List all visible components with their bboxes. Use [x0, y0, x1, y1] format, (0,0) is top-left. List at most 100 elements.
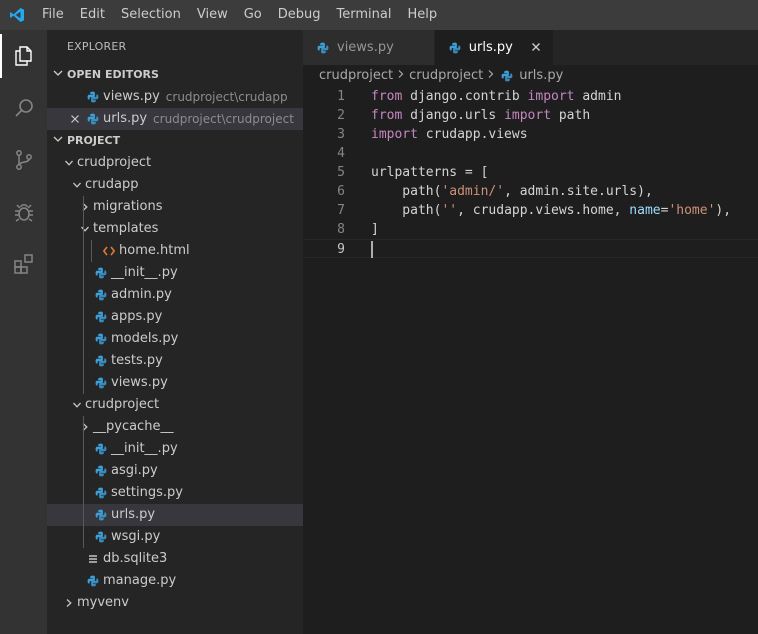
code-token: crudapp.views	[417, 127, 528, 142]
code-line: 3 import crudapp.views	[303, 125, 758, 144]
tree-item-label: urls.py	[111, 507, 156, 522]
python-file-icon	[93, 526, 109, 548]
open-editors-header[interactable]: OPEN EDITORS	[47, 64, 303, 86]
tree-item-label: crudproject	[77, 155, 152, 170]
code-token: name	[629, 203, 661, 218]
tree-item[interactable]: tests.py	[47, 350, 303, 372]
breadcrumb-item[interactable]: urls.py	[519, 65, 563, 87]
menu-item-edit[interactable]: Edit	[72, 0, 113, 30]
indent-guide	[83, 482, 84, 504]
breadcrumb-item[interactable]: crudproject	[319, 65, 393, 87]
python-file-icon	[93, 482, 109, 504]
tree-item[interactable]: myvenv	[47, 592, 303, 614]
menu-item-view[interactable]: View	[189, 0, 236, 30]
tree-item-label: manage.py	[103, 573, 177, 588]
open-editor-path: crudproject\crudproject	[153, 112, 294, 126]
open-editor-name: urls.py	[103, 111, 148, 126]
tree-item[interactable]: crudproject	[47, 152, 303, 174]
code-line: 4	[303, 144, 758, 163]
chevron-right-icon	[487, 65, 495, 87]
chevron-right-icon	[397, 65, 405, 87]
extensions-icon[interactable]	[0, 238, 47, 290]
python-file-icon	[85, 570, 101, 592]
code-token: ),	[715, 203, 732, 218]
tree-item[interactable]: asgi.py	[47, 460, 303, 482]
tree-item[interactable]: migrations	[47, 196, 303, 218]
tree-item[interactable]: views.py	[47, 372, 303, 394]
tree-item[interactable]: db.sqlite3	[47, 548, 303, 570]
indent-guide	[83, 328, 84, 350]
code-token: django.contrib	[402, 89, 528, 104]
tab-urls-py[interactable]: urls.py	[434, 30, 554, 65]
tree-item[interactable]: apps.py	[47, 306, 303, 328]
tree-item[interactable]: admin.py	[47, 284, 303, 306]
code-token: 'admin/'	[441, 184, 505, 199]
code-line: 7 path('', crudapp.views.home, name='hom…	[303, 201, 758, 220]
code-text: from django.contrib import admin	[345, 87, 621, 106]
open-editor-item[interactable]: urls.py crudproject\crudproject	[47, 108, 303, 130]
close-icon[interactable]	[531, 40, 541, 56]
indent-guide	[83, 460, 84, 482]
line-number: 5	[337, 165, 345, 180]
tab-views-py[interactable]: views.py	[303, 30, 435, 65]
python-file-icon	[93, 262, 109, 284]
tree-item-label: settings.py	[111, 485, 183, 500]
chevron-down-icon	[53, 64, 67, 86]
tree-item[interactable]: wsgi.py	[47, 526, 303, 548]
indent-guide	[83, 196, 84, 218]
close-icon[interactable]	[67, 108, 83, 130]
project-tree: crudproject crudapp migrations templates hom…	[47, 152, 303, 614]
code-text: from django.urls import path	[345, 106, 590, 125]
tree-item[interactable]: __init__.py	[47, 262, 303, 284]
indent-guide	[83, 372, 84, 394]
code-token: import	[504, 108, 552, 123]
python-file-icon	[93, 284, 109, 306]
explorer-icon[interactable]	[0, 30, 47, 82]
tree-item[interactable]: urls.py	[47, 504, 303, 526]
code-text: path('', crudapp.views.home, name='home'…	[345, 201, 731, 220]
tree-item[interactable]: manage.py	[47, 570, 303, 592]
indent-guide	[83, 218, 84, 240]
tree-item[interactable]: crudproject	[47, 394, 303, 416]
open-editor-item[interactable]: views.py crudproject\crudapp	[47, 86, 303, 108]
menu-item-debug[interactable]: Debug	[270, 0, 329, 30]
tree-item[interactable]: __pycache__	[47, 416, 303, 438]
search-icon[interactable]	[0, 82, 47, 134]
menu-item-terminal[interactable]: Terminal	[329, 0, 400, 30]
indent-guide	[91, 240, 92, 262]
tree-item-label: home.html	[119, 243, 190, 258]
tree-item[interactable]: __init__.py	[47, 438, 303, 460]
menu-item-help[interactable]: Help	[399, 0, 445, 30]
python-file-icon	[93, 438, 109, 460]
project-header[interactable]: PROJECT	[47, 130, 303, 152]
tree-item[interactable]: home.html	[47, 240, 303, 262]
open-editors-list: views.py crudproject\crudapp urls.py crudpr…	[47, 86, 303, 130]
activity-bar	[0, 30, 47, 634]
tree-item[interactable]: crudapp	[47, 174, 303, 196]
menu-item-selection[interactable]: Selection	[113, 0, 189, 30]
python-file-icon	[93, 350, 109, 372]
breadcrumb-item[interactable]: crudproject	[409, 65, 483, 87]
tree-item[interactable]: models.py	[47, 328, 303, 350]
code-token: import	[527, 89, 575, 104]
tree-item[interactable]: templates	[47, 218, 303, 240]
chevron-down-icon	[69, 174, 85, 196]
title-bar: File Edit Selection View Go Debug Terminal Help	[0, 0, 758, 30]
line-number: 2	[337, 108, 345, 123]
tree-item[interactable]: settings.py	[47, 482, 303, 504]
code-editor[interactable]: 1 from django.contrib import admin 2 from d…	[303, 87, 758, 258]
source-control-icon[interactable]	[0, 134, 47, 186]
menu-item-go[interactable]: Go	[236, 0, 270, 30]
menu-item-file[interactable]: File	[34, 0, 72, 30]
line-number: 9	[337, 242, 345, 257]
chevron-right-icon	[61, 592, 77, 614]
menu-bar: File Edit Selection View Go Debug Terminal Help	[34, 0, 445, 30]
debug-icon[interactable]	[0, 186, 47, 238]
line-number: 8	[337, 222, 345, 237]
close-icon[interactable]	[67, 86, 83, 108]
